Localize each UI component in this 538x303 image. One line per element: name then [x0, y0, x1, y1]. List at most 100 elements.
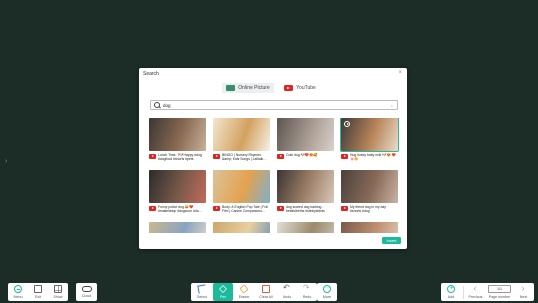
side-panel-handle[interactable]: ›: [5, 158, 7, 165]
video-title: Cute dog 🐶❤️😍🥰: [286, 153, 318, 157]
tool-label: More: [322, 294, 332, 299]
tool-label: Redo: [302, 294, 312, 299]
video-thumbnail: [277, 222, 334, 233]
tool-label: Eraser: [238, 294, 250, 299]
tab-label: Online Picture: [238, 85, 270, 91]
more-toolbar: More: [317, 283, 337, 301]
picture-icon: [226, 85, 236, 91]
video-result-card[interactable]: Cute dog 🐶❤️😍🥰: [277, 118, 334, 166]
clear-search-icon[interactable]: ×: [391, 103, 393, 108]
video-results-grid: Lunch Time, 7🐶Happy #dog #dogfood #short…: [149, 118, 399, 233]
tool-label: Menu: [13, 294, 23, 299]
previous-page-button[interactable]: Previous: [466, 283, 486, 301]
youtube-icon: [213, 206, 220, 211]
redo-icon: [303, 283, 311, 293]
exit-button[interactable]: Exit: [28, 283, 48, 301]
show-button[interactable]: Show: [48, 283, 68, 301]
video-thumbnail: [277, 118, 334, 151]
tool-label: Previous: [468, 294, 483, 299]
video-thumbnail: [149, 222, 206, 233]
video-thumbnail: [341, 222, 398, 233]
menu-button[interactable]: Menu: [8, 283, 28, 301]
pen-icon: [219, 285, 227, 294]
tool-label: Add: [447, 294, 455, 299]
tool-label: Clear All: [259, 294, 273, 299]
youtube-icon: [341, 206, 348, 211]
video-result-card[interactable]: [341, 222, 398, 233]
video-thumbnail: [277, 170, 334, 203]
cloud-button[interactable]: Cloud: [76, 283, 97, 301]
video-result-card[interactable]: Funny police dog 😂❤️ #makeitstop #dogsoo…: [149, 170, 206, 218]
video-result-card[interactable]: dog scared dog barking - bestfulbirths #…: [277, 170, 334, 218]
add-page-button[interactable]: Add: [441, 283, 461, 301]
video-result-card[interactable]: Body: A English Pop Tale | Full Film | C…: [213, 170, 270, 218]
video-title: My friend dog in my day #shorts #dog: [350, 205, 386, 214]
search-bar: ×: [150, 100, 398, 110]
youtube-icon: [149, 154, 156, 159]
cloud-icon: [81, 286, 92, 293]
undo-button[interactable]: Undo: [277, 283, 297, 301]
cloud-toolbar: Cloud: [76, 283, 97, 301]
video-thumbnail: [149, 170, 206, 203]
more-button[interactable]: More: [317, 283, 337, 301]
video-thumbnail: [341, 170, 398, 203]
eraser-icon: [239, 284, 249, 294]
next-page-button[interactable]: Next: [514, 283, 534, 301]
video-result-card[interactable]: BINGO | Nursery Rhymes &amp; Kids Songs …: [213, 118, 270, 166]
tool-label: Page number: [488, 294, 511, 299]
video-result-card[interactable]: [277, 222, 334, 233]
tab-youtube[interactable]: YouTube: [274, 83, 326, 93]
tab-online-picture[interactable]: Online Picture: [222, 83, 274, 93]
video-result-card[interactable]: [213, 222, 270, 233]
video-thumbnail: [213, 118, 270, 151]
youtube-icon: [213, 154, 220, 159]
chevron-left-icon: [472, 283, 480, 293]
select-tool[interactable]: Select: [191, 283, 213, 301]
video-title: BINGO | Nursery Rhymes &amp; Kids Songs …: [222, 153, 264, 162]
search-input[interactable]: [160, 102, 391, 108]
page-number-field[interactable]: 1/1 Page number: [486, 283, 514, 301]
chevron-right-icon: [520, 283, 528, 293]
show-icon: [54, 285, 62, 294]
video-thumbnail: [213, 170, 270, 203]
tool-label: Select: [197, 294, 207, 299]
video-result-card[interactable]: Hug husky baby milk 🐶😍 ❤️🌸🌼: [340, 118, 399, 166]
tool-label: Next: [519, 294, 528, 299]
exit-icon: [34, 285, 42, 294]
video-thumbnail: [340, 118, 399, 152]
youtube-icon: [284, 85, 294, 91]
divider: [463, 285, 464, 299]
tool-label: Exit: [35, 294, 41, 299]
add-icon: [447, 285, 455, 294]
source-tabs: Online Picture YouTube: [222, 83, 326, 93]
search-dialog: Search × Online Picture YouTube × Lunch …: [139, 68, 407, 249]
tab-label: YouTube: [296, 85, 316, 91]
tool-label: Undo: [282, 294, 292, 299]
page-number-value: 1/1: [488, 285, 511, 294]
close-icon[interactable]: ×: [398, 70, 402, 76]
youtube-icon: [277, 206, 284, 211]
dialog-title: Search: [143, 71, 159, 77]
undo-icon: [283, 283, 291, 293]
page-toolbar: Add Previous 1/1Page number Next: [441, 283, 534, 301]
tool-label: Pen: [219, 294, 227, 299]
left-toolbar: Menu Exit Show: [8, 283, 68, 301]
video-result-card[interactable]: Lunch Time, 7🐶Happy #dog #dogfood #short…: [149, 118, 206, 166]
clear-all-tool[interactable]: Clear All: [255, 283, 277, 301]
video-title: dog scared dog barking - bestfulbirths #…: [286, 205, 325, 214]
video-title: Hug husky baby milk 🐶😍 ❤️🌸🌼: [350, 153, 396, 162]
eraser-tool[interactable]: Eraser: [233, 283, 255, 301]
youtube-icon: [341, 154, 348, 159]
pen-tool[interactable]: Pen: [213, 283, 233, 301]
clear-all-icon: [262, 285, 270, 294]
insert-button[interactable]: Insert: [382, 237, 401, 244]
menu-icon: [14, 285, 22, 294]
video-result-card[interactable]: [149, 222, 206, 233]
video-title: Lunch Time, 7🐶Happy #dog #dogfood #short…: [158, 153, 202, 162]
video-thumbnail: [213, 222, 270, 233]
youtube-icon: [277, 154, 284, 159]
tool-label: Show: [53, 294, 63, 299]
select-icon: [197, 284, 207, 294]
video-result-card[interactable]: My friend dog in my day #shorts #dog: [341, 170, 398, 218]
redo-button[interactable]: Redo: [297, 283, 317, 301]
